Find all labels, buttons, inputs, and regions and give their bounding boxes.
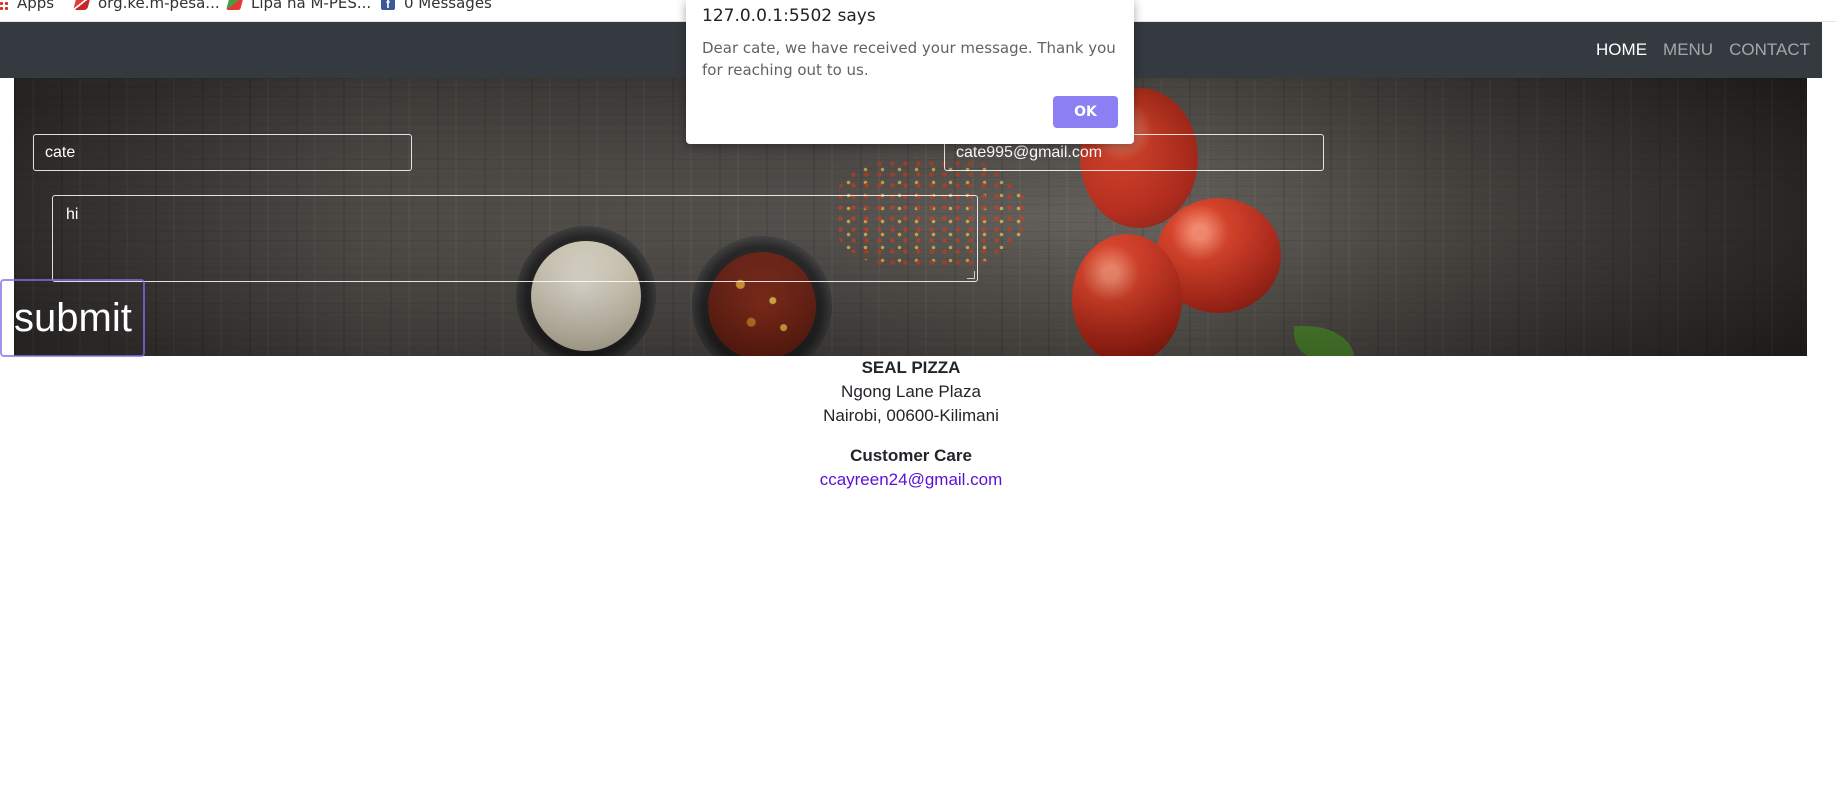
message-textarea[interactable]: hi xyxy=(52,195,978,282)
bookmark-label: Lipa na M-PES... xyxy=(251,0,372,12)
dialog-title: 127.0.0.1:5502 says xyxy=(702,6,876,26)
dialog-message: Dear cate, we have received your message… xyxy=(702,39,1116,79)
message-textarea-value: hi xyxy=(66,206,79,223)
customer-care-heading: Customer Care xyxy=(850,446,972,465)
nav-home-link[interactable]: HOME xyxy=(1596,40,1647,60)
lipa-icon xyxy=(226,0,244,10)
bookmark-lipa[interactable]: Lipa na M-PES... xyxy=(226,0,372,12)
tomato-decor xyxy=(1072,234,1182,356)
name-input[interactable]: cate xyxy=(33,134,412,171)
alert-dialog: 127.0.0.1:5502 says Dear cate, we have r… xyxy=(686,0,1134,144)
resize-handle-icon[interactable] xyxy=(967,271,975,279)
email-input-value: cate995@gmail.com xyxy=(956,143,1103,161)
bookmark-label: org.ke.m-pesa... xyxy=(98,0,220,12)
name-input-value: cate xyxy=(45,143,76,161)
facebook-icon: f xyxy=(381,0,395,11)
submit-button[interactable]: submit xyxy=(0,279,145,357)
customer-care-email-row: ccayreen24@gmail.com xyxy=(0,470,1822,490)
nav-links: HOME MENU CONTACT xyxy=(1580,22,1810,78)
apps-grid-icon xyxy=(0,0,8,10)
nav-contact-link[interactable]: CONTACT xyxy=(1729,40,1810,60)
mpesa-icon xyxy=(73,0,91,10)
nav-menu-link[interactable]: MENU xyxy=(1663,40,1713,60)
business-name: SEAL PIZZA xyxy=(861,358,961,377)
bookmark-messages[interactable]: f 0 Messages xyxy=(381,0,492,12)
bookmark-apps[interactable]: Apps xyxy=(0,0,54,12)
bookmark-mpesa[interactable]: org.ke.m-pesa... xyxy=(73,0,220,12)
address-line-2: Nairobi, 00600-Kilimani xyxy=(823,406,999,425)
customer-care-email-link[interactable]: ccayreen24@gmail.com xyxy=(820,470,1003,489)
bookmark-label: Apps xyxy=(17,0,55,12)
bookmark-label: 0 Messages xyxy=(404,0,492,12)
ok-button[interactable]: OK xyxy=(1053,96,1118,128)
basil-leaf-decor xyxy=(1294,326,1354,356)
address-line-1: Ngong Lane Plaza xyxy=(841,382,981,401)
